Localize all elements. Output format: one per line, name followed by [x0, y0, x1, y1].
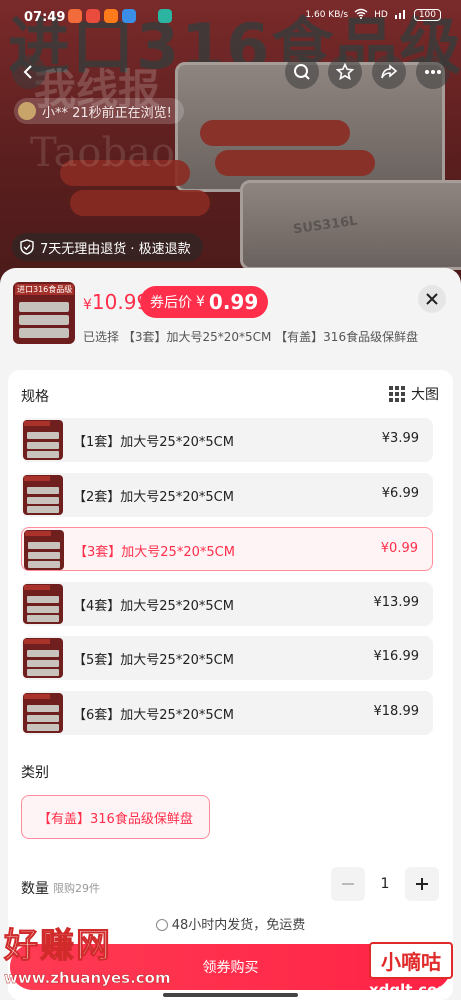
category-section-title: 类别: [21, 765, 49, 781]
coupon-price: 0.99: [208, 290, 259, 314]
app-notification-icon: [158, 9, 172, 23]
hd-badge: HD: [374, 10, 388, 20]
food-image: [70, 190, 210, 216]
sheet-header: 进口316食品级 ¥10.99 券后价 ¥0.99 已选择 【3套】加大号25*…: [0, 268, 461, 366]
option-name: 【2套】加大号25*20*5CM: [73, 489, 234, 505]
quantity-limit: 限购29件: [53, 882, 100, 895]
spec-option-3[interactable]: 【3套】加大号25*20*5CM ¥0.99: [21, 527, 433, 571]
option-thumbnail: [23, 420, 63, 460]
spec-option-5[interactable]: 【5套】加大号25*20*5CM ¥16.99: [21, 636, 433, 680]
option-name: 【6套】加大号25*20*5CM: [73, 707, 234, 723]
category-option[interactable]: 【有盖】316食品级保鲜盘: [21, 795, 210, 839]
app-notification-icon: [68, 9, 82, 23]
watermark-caption: 线报薅羊毛社区: [376, 929, 446, 940]
spec-option-4[interactable]: 【4套】加大号25*20*5CM ¥13.99: [21, 581, 433, 626]
more-icon: [425, 70, 441, 74]
thumbnail-label: 进口316食品级: [15, 284, 75, 295]
watermark-logo-text: 小嘀咕: [369, 942, 453, 979]
browsing-notice: 小** 21秒前正在浏览!: [14, 98, 184, 124]
watermark-domain: xdglt.com: [369, 981, 453, 999]
option-name: 【5套】加大号25*20*5CM: [73, 653, 234, 668]
big-image-toggle[interactable]: 大图: [389, 384, 439, 404]
coupon-price-badge: 券后价 ¥0.99: [140, 286, 269, 318]
quantity-value[interactable]: 1: [365, 876, 405, 892]
spec-option-2[interactable]: 【2套】加大号25*20*5CM ¥6.99: [21, 472, 433, 517]
increase-button[interactable]: [405, 867, 439, 901]
spec-section-title: 规格: [21, 389, 49, 405]
chevron-left-icon: [23, 65, 32, 79]
food-image: [200, 120, 350, 146]
food-image: [215, 150, 375, 176]
coupon-symbol: ¥: [196, 294, 205, 310]
big-image-label: 大图: [411, 387, 439, 403]
option-name: 【1套】加大号25*20*5CM: [73, 435, 234, 450]
notification-icons: [68, 9, 172, 23]
refund-badge[interactable]: 7天无理由退货 · 极速退款: [12, 233, 203, 261]
coupon-label: 券后价: [150, 295, 192, 311]
sku-selector-sheet: 进口316食品级 ¥1 0.99 券后价 ¥0.99 已选择 【3套】加大号25*…: [0, 268, 461, 1000]
option-thumbnail: [23, 638, 63, 678]
status-time: 07:49: [24, 10, 66, 25]
option-price: ¥13.99: [373, 594, 420, 610]
share-icon: [381, 64, 398, 79]
plus-icon: [416, 878, 428, 890]
app-notification-icon: [122, 9, 136, 23]
watermark-text: Taobao: [30, 130, 176, 176]
watermark-url: www.zhuanyes.com: [4, 969, 171, 987]
search-icon: [294, 64, 310, 80]
product-thumbnail[interactable]: 进口316食品级: [13, 282, 75, 344]
wifi-icon: [354, 8, 368, 22]
favorite-button[interactable]: [328, 55, 362, 89]
option-name: 【3套】加大号25*20*5CM: [74, 545, 235, 560]
quantity-title: 数量: [21, 881, 49, 897]
option-price: ¥6.99: [381, 485, 419, 501]
grid-icon: [389, 386, 405, 402]
option-price: ¥0.99: [380, 541, 418, 556]
back-button[interactable]: [12, 55, 46, 89]
browsing-notice-text: 小** 21秒前正在浏览!: [42, 105, 172, 121]
refund-text: 7天无理由退货 · 极速退款: [40, 241, 191, 257]
selected-summary: 已选择 【3套】加大号25*20*5CM 【有盖】316食品级保鲜盘: [83, 330, 419, 344]
option-thumbnail: [24, 530, 64, 570]
quantity-stepper: 1: [331, 867, 439, 901]
app-notification-icon: [86, 9, 100, 23]
app-notification-icon: [104, 9, 118, 23]
option-price: ¥18.99: [373, 703, 420, 719]
option-price: ¥16.99: [373, 649, 420, 664]
signal-icon: [394, 8, 408, 22]
price-symbol: ¥: [83, 297, 92, 313]
status-bar: 07:49 1.60 KB/s HD 100: [0, 0, 461, 34]
option-name: 【4套】加大号25*20*5CM: [73, 598, 234, 614]
share-button[interactable]: [372, 55, 406, 89]
close-button[interactable]: [418, 285, 446, 313]
search-button[interactable]: [285, 55, 319, 89]
close-icon: [426, 293, 438, 305]
site-watermark-right: 线报薅羊毛社区 小嘀咕 xdglt.com: [369, 925, 453, 999]
star-icon: [336, 63, 354, 81]
decrease-button[interactable]: [331, 867, 365, 901]
minus-icon: [342, 883, 354, 885]
shipping-text: 48小时内发货，免运费: [171, 918, 306, 933]
options-card: 规格 大图 【1套】加大号25*20*5CM ¥3.99 【2套】加大号25*20*…: [8, 370, 453, 1000]
network-speed: 1.60 KB/s: [305, 10, 349, 20]
shield-check-icon: [20, 239, 34, 255]
option-thumbnail: [23, 583, 63, 624]
option-thumbnail: [23, 692, 63, 733]
option-price: ¥3.99: [381, 431, 419, 446]
home-indicator[interactable]: [163, 993, 298, 997]
more-button[interactable]: [416, 55, 450, 89]
spec-option-1[interactable]: 【1套】加大号25*20*5CM ¥3.99: [21, 418, 433, 462]
battery-indicator: 100: [413, 9, 441, 21]
watermark-logo-text: 好赚网: [4, 926, 112, 967]
status-right: 1.60 KB/s HD 100: [305, 8, 441, 22]
spec-option-6[interactable]: 【6套】加大号25*20*5CM ¥18.99: [21, 690, 433, 735]
option-thumbnail: [23, 474, 63, 515]
site-watermark-left: 好赚网 www.zhuanyes.com: [4, 918, 171, 988]
avatar: [18, 102, 36, 120]
